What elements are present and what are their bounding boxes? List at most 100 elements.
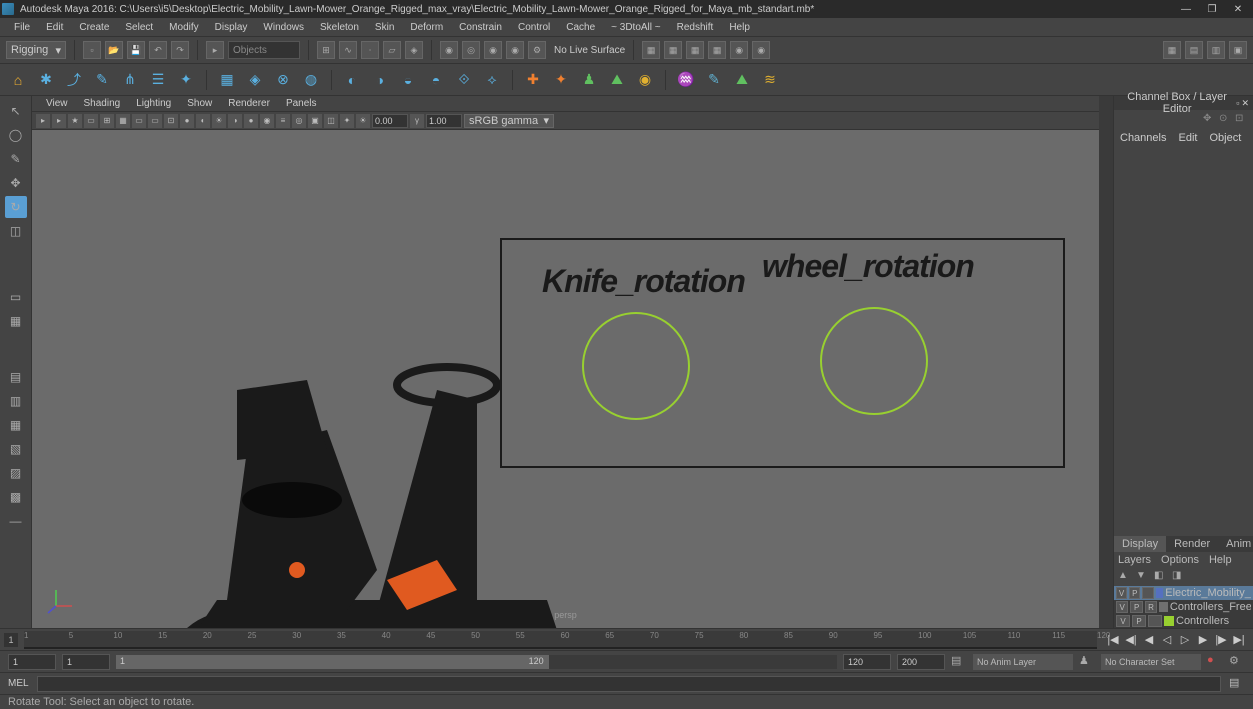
snap-point-icon[interactable]: ⋅ [361, 41, 379, 59]
panel-menu-view[interactable]: View [38, 97, 76, 110]
snap-curve-icon[interactable]: ∿ [339, 41, 357, 59]
new-scene-icon[interactable]: ▫ [83, 41, 101, 59]
panel-menu-show[interactable]: Show [179, 97, 220, 110]
menu-redshift[interactable]: Redshift [669, 20, 722, 35]
shelf-paint-icon[interactable]: ✎ [90, 68, 114, 92]
vp-sel-icon[interactable]: ▸ [36, 114, 50, 128]
rotate-tool[interactable]: ↻ [5, 196, 27, 218]
cb-speed-icon[interactable]: ⊙ [1219, 113, 1233, 127]
toggle-c-icon[interactable]: ▦ [686, 41, 704, 59]
layer-playback-toggle[interactable]: P [1132, 615, 1146, 627]
viewport-scrollbar[interactable] [1099, 96, 1113, 628]
shelf-ik-icon[interactable]: ⤴ [62, 68, 86, 92]
move-tool[interactable]: ✥ [5, 172, 27, 194]
shelf-constraint-f-icon[interactable]: ⟡ [480, 68, 504, 92]
channel-box-tear-icon[interactable]: ▫ [1236, 98, 1239, 108]
snap-grid-icon[interactable]: ⊞ [317, 41, 335, 59]
live-surface-icon[interactable]: ◉ [440, 41, 458, 59]
cb-manipulator-icon[interactable]: ✥ [1203, 113, 1217, 127]
vp-textured-icon[interactable]: ◐ [196, 114, 210, 128]
layout-a-icon[interactable]: ▤ [5, 366, 27, 388]
open-scene-icon[interactable]: 📂 [105, 41, 123, 59]
vp-exposure-icon[interactable]: ☀ [356, 114, 370, 128]
menu-constrain[interactable]: Constrain [451, 20, 510, 35]
layout-e-icon[interactable]: ▨ [5, 462, 27, 484]
panel-menu-shading[interactable]: Shading [76, 97, 129, 110]
layer-color-swatch[interactable] [1156, 588, 1164, 598]
vp-aa-icon[interactable]: ◉ [260, 114, 274, 128]
time-ruler[interactable]: 1510152025303540455055606570758085909510… [24, 631, 1097, 649]
panel-layout-b-icon[interactable]: ▤ [1185, 41, 1203, 59]
panel-layout-c-icon[interactable]: ▥ [1207, 41, 1225, 59]
layer-ref-toggle[interactable]: R [1145, 601, 1157, 613]
shelf-rig-icon[interactable]: ⛰ [605, 68, 629, 92]
vp-dof-icon[interactable]: ◎ [292, 114, 306, 128]
vp-light-icon[interactable]: ☀ [212, 114, 226, 128]
play-back-button[interactable]: ◁ [1159, 632, 1175, 648]
autokey-button[interactable]: ● [1207, 654, 1223, 670]
layer-new-sel-icon[interactable]: ◨ [1172, 570, 1186, 584]
layer-row[interactable]: VPElectric_Mobility_Lawn [1114, 586, 1253, 600]
snap-plane-icon[interactable]: ▱ [383, 41, 401, 59]
knife-rotation-control[interactable] [582, 312, 690, 420]
panel-menu-panels[interactable]: Panels [278, 97, 325, 110]
gamma-input[interactable] [426, 114, 462, 128]
time-slider[interactable]: 1 15101520253035404550556065707580859095… [0, 628, 1253, 650]
layer-vis-toggle[interactable]: V [1116, 587, 1127, 599]
menu-deform[interactable]: Deform [402, 20, 451, 35]
selection-mask-input[interactable]: Objects [228, 41, 300, 59]
vp-motion-icon[interactable]: ≡ [276, 114, 290, 128]
shelf-muscle-d-icon[interactable]: ≋ [758, 68, 782, 92]
script-editor-icon[interactable]: ▤ [1229, 676, 1245, 692]
menu-display[interactable]: Display [207, 20, 256, 35]
vp-safe-icon[interactable]: ▭ [148, 114, 162, 128]
step-back-key-button[interactable]: ◀| [1123, 632, 1139, 648]
menu-control[interactable]: Control [510, 20, 558, 35]
snap-live-icon[interactable]: ◈ [405, 41, 423, 59]
vp-xray-icon[interactable]: ◫ [324, 114, 338, 128]
shelf-constraint-e-icon[interactable]: ⟐ [452, 68, 476, 92]
construction-history-icon[interactable]: ◎ [462, 41, 480, 59]
step-forward-key-button[interactable]: |▶ [1213, 632, 1229, 648]
range-start-inner[interactable] [62, 654, 110, 670]
menu--3dtoall-[interactable]: ~ 3DtoAll ~ [603, 20, 668, 35]
menu-select[interactable]: Select [117, 20, 161, 35]
current-frame[interactable]: 1 [4, 633, 18, 647]
layer-vis-toggle[interactable]: V [1116, 601, 1128, 613]
minimize-button[interactable]: — [1173, 1, 1199, 17]
layout-four-icon[interactable]: ▦ [5, 310, 27, 332]
layer-color-swatch[interactable] [1164, 616, 1174, 626]
vp-bookmark-icon[interactable]: ★ [68, 114, 82, 128]
workspace-selector[interactable]: Rigging▾ [6, 41, 66, 59]
toggle-a-icon[interactable]: ▦ [642, 41, 660, 59]
toggle-d-icon[interactable]: ▦ [708, 41, 726, 59]
menu-cache[interactable]: Cache [558, 20, 603, 35]
shelf-control-icon[interactable]: ◉ [633, 68, 657, 92]
layout-single-icon[interactable]: ▭ [5, 286, 27, 308]
wheel-rotation-control[interactable] [820, 307, 928, 415]
shelf-joint-icon[interactable]: ✱ [34, 68, 58, 92]
panel-layout-a-icon[interactable]: ▦ [1163, 41, 1181, 59]
layer-ref-toggle[interactable] [1142, 587, 1153, 599]
vp-isolate-icon[interactable]: ▣ [308, 114, 322, 128]
shelf-wrap-icon[interactable]: ◈ [243, 68, 267, 92]
menu-skin[interactable]: Skin [367, 20, 402, 35]
layer-up-icon[interactable]: ▲ [1118, 570, 1132, 584]
layer-playback-toggle[interactable]: P [1129, 587, 1140, 599]
colorspace-dropdown[interactable]: sRGB gamma▾ [464, 114, 554, 128]
exposure-input[interactable] [372, 114, 408, 128]
layout-d-icon[interactable]: ▧ [5, 438, 27, 460]
channel-box-close-icon[interactable]: ✕ [1241, 98, 1249, 109]
anim-layer-icon[interactable]: ▤ [951, 654, 967, 670]
range-end-inner[interactable] [843, 654, 891, 670]
shelf-wire-icon[interactable]: ⊗ [271, 68, 295, 92]
step-forward-button[interactable]: ▶ [1195, 632, 1211, 648]
shelf-cluster-icon[interactable]: ⋔ [118, 68, 142, 92]
vp-gate-icon[interactable]: ▭ [132, 114, 146, 128]
vp-wireframe-icon[interactable]: ⊡ [164, 114, 178, 128]
play-forward-button[interactable]: ▷ [1177, 632, 1193, 648]
layer-vis-toggle[interactable]: V [1116, 615, 1130, 627]
panel-menu-lighting[interactable]: Lighting [128, 97, 179, 110]
panel-menu-renderer[interactable]: Renderer [220, 97, 278, 110]
char-set-icon[interactable]: ♟ [1079, 654, 1095, 670]
